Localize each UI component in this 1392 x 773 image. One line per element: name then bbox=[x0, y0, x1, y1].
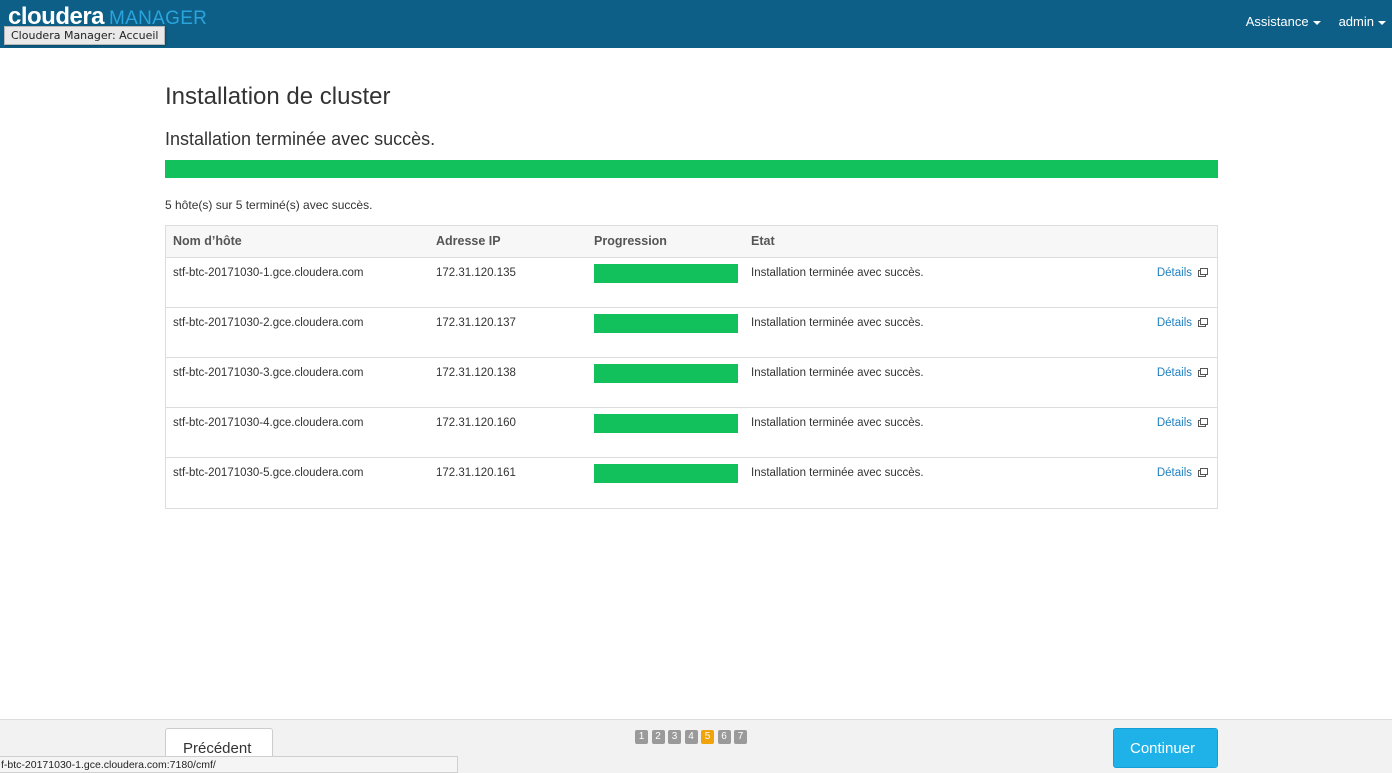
details-link[interactable]: Détails bbox=[1156, 317, 1208, 329]
assistance-label: Assistance bbox=[1245, 14, 1309, 29]
caret-down-icon bbox=[1378, 20, 1386, 25]
nav-right-menu: Assistance admin bbox=[1228, 14, 1386, 29]
table-row: stf-btc-20171030-3.gce.cloudera.com 172.… bbox=[166, 358, 1217, 408]
host-progress-bar bbox=[594, 364, 738, 383]
host-status: Installation terminée avec succès. bbox=[751, 317, 924, 329]
wizard-step-7[interactable]: 7 bbox=[734, 730, 747, 744]
table-row: stf-btc-20171030-2.gce.cloudera.com 172.… bbox=[166, 308, 1217, 358]
wizard-step-4[interactable]: 4 bbox=[684, 730, 698, 744]
external-link-icon bbox=[1198, 268, 1208, 277]
host-progress-bar bbox=[594, 464, 738, 483]
hosts-summary: 5 hôte(s) sur 5 terminé(s) avec succès. bbox=[165, 198, 373, 212]
host-progress-fill bbox=[594, 264, 738, 283]
status-message: Installation terminée avec succès. bbox=[165, 129, 436, 149]
wizard-step-1[interactable]: 1 bbox=[635, 730, 648, 744]
host-name: stf-btc-20171030-3.gce.cloudera.com bbox=[173, 367, 364, 379]
column-header-progress: Progression bbox=[594, 234, 667, 248]
details-label: Détails bbox=[1156, 267, 1192, 279]
wizard-step-5[interactable]: 5 bbox=[701, 730, 714, 744]
host-status: Installation terminée avec succès. bbox=[751, 267, 924, 279]
host-progress-fill bbox=[594, 364, 738, 383]
details-label: Détails bbox=[1156, 467, 1192, 479]
column-header-hostname: Nom d’hôte bbox=[173, 234, 242, 248]
table-row: stf-btc-20171030-4.gce.cloudera.com 172.… bbox=[166, 408, 1217, 458]
admin-label: admin bbox=[1338, 14, 1374, 29]
external-link-icon bbox=[1198, 468, 1208, 477]
host-status: Installation terminée avec succès. bbox=[751, 467, 924, 479]
host-progress-fill bbox=[594, 314, 738, 333]
browser-status-url: f-btc-20171030-1.gce.cloudera.com:7180/c… bbox=[0, 756, 458, 773]
details-link[interactable]: Détails bbox=[1156, 267, 1208, 279]
host-status: Installation terminée avec succès. bbox=[751, 367, 924, 379]
table-row: stf-btc-20171030-5.gce.cloudera.com 172.… bbox=[166, 458, 1217, 508]
host-progress-fill bbox=[594, 414, 738, 433]
ip-address: 172.31.120.160 bbox=[436, 417, 516, 429]
overall-progress-bar bbox=[165, 160, 1218, 178]
details-label: Détails bbox=[1156, 367, 1192, 379]
hosts-table: Nom d’hôte Adresse IP Progression Etat s… bbox=[165, 225, 1218, 509]
ip-address: 172.31.120.161 bbox=[436, 467, 516, 479]
wizard-steps: 1 2 3 4 5 6 7 bbox=[635, 730, 751, 744]
column-header-status: Etat bbox=[751, 234, 775, 248]
wizard-step-6[interactable]: 6 bbox=[717, 730, 731, 744]
page-title: Installation de cluster bbox=[165, 83, 391, 110]
details-link[interactable]: Détails bbox=[1156, 417, 1208, 429]
host-name: stf-btc-20171030-4.gce.cloudera.com bbox=[173, 417, 364, 429]
details-link[interactable]: Détails bbox=[1156, 367, 1208, 379]
external-link-icon bbox=[1198, 368, 1208, 377]
host-name: stf-btc-20171030-5.gce.cloudera.com bbox=[173, 467, 364, 479]
ip-address: 172.31.120.135 bbox=[436, 267, 516, 279]
home-tooltip: Cloudera Manager: Accueil bbox=[4, 26, 166, 45]
admin-menu[interactable]: admin bbox=[1339, 14, 1386, 29]
external-link-icon bbox=[1198, 318, 1208, 327]
caret-down-icon bbox=[1312, 20, 1321, 25]
host-progress-bar bbox=[594, 314, 738, 333]
details-label: Détails bbox=[1156, 317, 1192, 329]
table-header: Nom d’hôte Adresse IP Progression Etat bbox=[166, 226, 1217, 258]
host-progress-bar bbox=[594, 264, 738, 283]
assistance-menu[interactable]: Assistance bbox=[1246, 14, 1321, 29]
wizard-step-3[interactable]: 3 bbox=[668, 730, 681, 744]
table-row: stf-btc-20171030-1.gce.cloudera.com 172.… bbox=[166, 258, 1217, 308]
details-label: Détails bbox=[1156, 417, 1192, 429]
ip-address: 172.31.120.138 bbox=[436, 367, 516, 379]
host-status: Installation terminée avec succès. bbox=[751, 417, 924, 429]
details-link[interactable]: Détails bbox=[1156, 467, 1208, 479]
ip-address: 172.31.120.137 bbox=[436, 317, 516, 329]
host-name: stf-btc-20171030-1.gce.cloudera.com bbox=[173, 267, 364, 279]
host-name: stf-btc-20171030-2.gce.cloudera.com bbox=[173, 317, 364, 329]
host-progress-fill bbox=[594, 464, 738, 483]
host-progress-bar bbox=[594, 414, 738, 433]
column-header-ip: Adresse IP bbox=[436, 234, 501, 248]
continue-button[interactable]: Continuer bbox=[1113, 728, 1218, 768]
top-navbar: cloudera MANAGER Cloudera Manager: Accuei… bbox=[0, 0, 1392, 48]
wizard-step-2[interactable]: 2 bbox=[651, 730, 665, 744]
external-link-icon bbox=[1198, 418, 1208, 427]
overall-progress-fill bbox=[165, 160, 1218, 178]
